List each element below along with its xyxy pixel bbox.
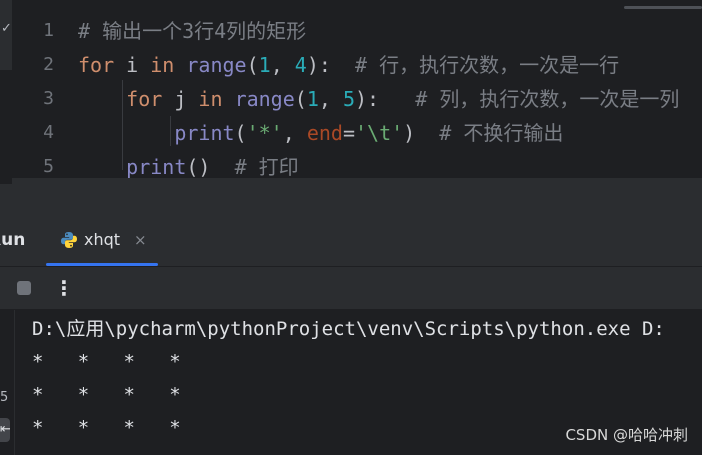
code-token: in <box>150 53 175 77</box>
ide-window: ✓ 12345 # 输出一个3行4列的矩形 for i in range(1, 4… <box>0 0 702 455</box>
code-token: range <box>186 53 247 77</box>
code-token: = <box>342 121 355 145</box>
run-left-strip: 5 ⇤ <box>0 310 15 455</box>
code-token: () <box>186 155 235 179</box>
line-number: 1 <box>43 20 54 41</box>
code-token: # 列，执行次数，一次是一列 <box>415 87 680 111</box>
code-token: ) <box>403 121 440 145</box>
code-token: 4 <box>294 53 307 77</box>
console-line: D:\应用\pycharm\pythonProject\venv\Scripts… <box>32 318 665 340</box>
code-token: j <box>162 87 199 111</box>
code-token: print <box>174 121 235 145</box>
code-token: ( <box>246 53 259 77</box>
code-token: 1 <box>306 87 319 111</box>
code-token: for <box>78 53 115 77</box>
code-line[interactable]: for j in range(1, 5): # 列，执行次数，一次是一列 <box>78 82 679 116</box>
code-token: '*' <box>246 121 283 145</box>
code-token: # 行，执行次数，一次是一行 <box>355 53 620 77</box>
check-icon: ✓ <box>1 21 12 36</box>
console-line: * * * * <box>32 384 181 406</box>
run-window-title: Run <box>0 230 26 250</box>
watermark: CSDN @哈哈冲刺 <box>565 426 688 444</box>
code-token: , <box>318 87 343 111</box>
code-line[interactable]: print('*', end='\t') # 不换行输出 <box>78 116 563 150</box>
tab-xhqt[interactable]: xhqt × <box>46 214 158 266</box>
code-token: 1 <box>258 53 271 77</box>
more-options-button[interactable]: ⋮ <box>54 275 74 301</box>
code-token: # 不换行输出 <box>439 121 564 145</box>
code-token: ( <box>294 87 307 111</box>
code-token: end <box>306 121 343 145</box>
code-token: print <box>126 155 187 179</box>
code-token: # 输出一个3行4列的矩形 <box>78 19 307 43</box>
code-token: in <box>198 87 223 111</box>
active-tab-indicator <box>46 263 158 266</box>
python-icon <box>61 232 77 248</box>
code-token: ): <box>306 53 356 77</box>
console-line: * * * * <box>32 351 181 373</box>
line-number: 4 <box>43 122 54 143</box>
code-token: range <box>234 87 295 111</box>
code-token: '\t' <box>354 121 404 145</box>
scroll-to-end-button[interactable]: ⇤ <box>0 418 10 442</box>
code-line[interactable]: # 输出一个3行4列的矩形 <box>78 14 306 48</box>
run-toolbar: ⋮ <box>0 267 702 310</box>
code-area[interactable]: # 输出一个3行4列的矩形 for i in range(1, 4): # 行，执… <box>78 0 702 184</box>
code-token: i <box>114 53 151 77</box>
line-number-gutter: 12345 <box>12 0 64 184</box>
code-token: for <box>126 87 163 111</box>
code-editor[interactable]: ✓ 12345 # 输出一个3行4列的矩形 for i in range(1, 4… <box>0 0 702 184</box>
tab-label: xhqt <box>84 230 121 249</box>
editor-left-edge: ✓ <box>0 0 12 70</box>
strip-glyph: 5 <box>0 390 9 405</box>
close-icon[interactable]: × <box>134 214 147 266</box>
panel-splitter[interactable] <box>0 184 702 214</box>
stop-icon <box>17 281 31 295</box>
code-token: ): <box>355 87 416 111</box>
code-token: , <box>270 53 295 77</box>
code-token: ( <box>234 121 247 145</box>
code-line[interactable]: for i in range(1, 4): # 行，执行次数，一次是一行 <box>78 48 619 82</box>
code-token: 5 <box>342 87 356 111</box>
line-number: 2 <box>43 54 54 75</box>
console-line: * * * * <box>32 417 181 439</box>
line-number: 3 <box>43 88 54 109</box>
run-tool-window-header: Run xhqt × <box>0 214 702 267</box>
code-token: # 打印 <box>234 155 299 179</box>
stop-button[interactable] <box>16 280 32 296</box>
code-token: , <box>282 121 307 145</box>
